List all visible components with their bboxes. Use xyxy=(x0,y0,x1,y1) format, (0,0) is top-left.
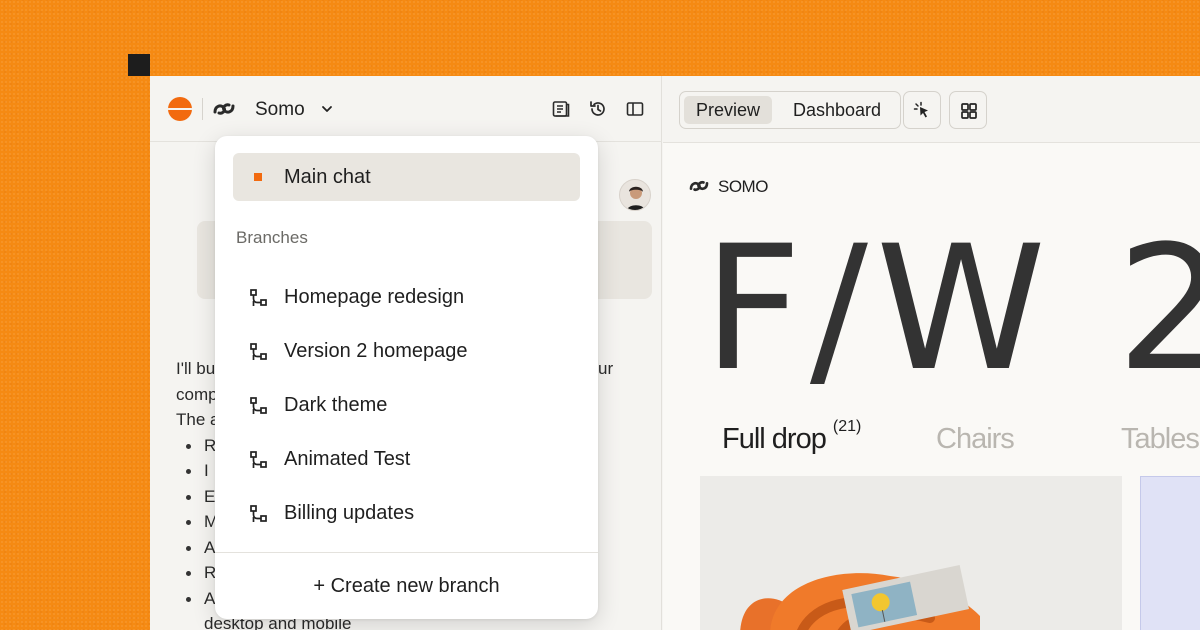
branch-icon xyxy=(250,343,267,360)
grid-icon xyxy=(961,103,977,119)
create-new-branch-button[interactable]: + Create new branch xyxy=(215,553,598,619)
tab-dashboard[interactable]: Dashboard xyxy=(781,96,893,124)
select-element-button[interactable] xyxy=(903,91,941,129)
view-toggle: Preview Dashboard xyxy=(679,91,901,129)
preview-tab-chairs[interactable]: Chairs xyxy=(936,423,1015,456)
branch-icon xyxy=(250,451,267,468)
branch-icon xyxy=(250,289,267,306)
app-window: Somo I'll bu ur comp The a R I E M A R A… xyxy=(150,76,1200,630)
chat-pane: Somo I'll bu ur comp The a R I E M A R A… xyxy=(150,76,662,630)
chevron-down-icon[interactable] xyxy=(320,102,334,116)
app-logo-icon[interactable] xyxy=(168,97,192,121)
site-preview: SOMO F/W 20 Full drop (21) Chairs Tables xyxy=(663,143,1200,630)
menu-item-branch[interactable]: Homepage redesign xyxy=(233,278,580,318)
active-indicator-icon xyxy=(254,173,262,181)
project-name[interactable]: Somo xyxy=(255,99,305,121)
menu-item-branch[interactable]: Animated Test xyxy=(233,440,580,480)
chat-line-1-tail: ur xyxy=(598,359,614,378)
menu-item-main-chat[interactable]: Main chat xyxy=(233,153,580,201)
chat-line-1: I'll bu xyxy=(176,359,216,378)
product-card-secondary[interactable] xyxy=(1140,476,1200,630)
full-drop-label: Full drop xyxy=(722,423,827,455)
main-chat-label: Main chat xyxy=(284,166,371,188)
document-icon[interactable] xyxy=(551,99,571,119)
menu-item-branch[interactable]: Billing updates xyxy=(233,494,580,534)
header-divider xyxy=(202,98,203,120)
menu-item-branch[interactable]: Dark theme xyxy=(233,386,580,426)
cursor-select-icon xyxy=(913,101,928,118)
preview-headline: F/W 20 xyxy=(703,208,1200,409)
project-logo-icon xyxy=(213,103,235,115)
branch-label: Version 2 homepage xyxy=(284,340,468,362)
sidebar-toggle-icon[interactable] xyxy=(625,99,645,119)
product-card[interactable] xyxy=(700,476,1122,630)
grid-view-button[interactable] xyxy=(949,91,987,129)
branch-label: Dark theme xyxy=(284,394,388,416)
corner-square-decoration xyxy=(128,54,150,76)
preview-tab-tables[interactable]: Tables xyxy=(1121,423,1200,456)
branch-label: Homepage redesign xyxy=(284,286,465,308)
user-avatar[interactable] xyxy=(619,179,651,211)
chair-product-image xyxy=(740,565,980,630)
branch-icon xyxy=(250,505,267,522)
branches-section-label: Branches xyxy=(236,228,308,247)
preview-toolbar: Preview Dashboard xyxy=(663,76,1200,143)
branch-label: Billing updates xyxy=(284,502,415,524)
menu-item-branch[interactable]: Version 2 homepage xyxy=(233,332,580,372)
branch-dropdown-menu: Main chat Branches Homepage redesign Ver… xyxy=(215,136,598,619)
branch-icon xyxy=(250,397,267,414)
chat-header: Somo xyxy=(150,76,662,142)
preview-brand-name: SOMO xyxy=(718,177,768,196)
tab-preview[interactable]: Preview xyxy=(684,96,772,124)
preview-tab-full-drop[interactable]: Full drop (21) xyxy=(722,418,861,456)
full-drop-count: (21) xyxy=(832,418,862,436)
history-icon[interactable] xyxy=(588,99,608,119)
branch-label: Animated Test xyxy=(284,448,411,470)
brand-logo-icon xyxy=(689,180,709,192)
